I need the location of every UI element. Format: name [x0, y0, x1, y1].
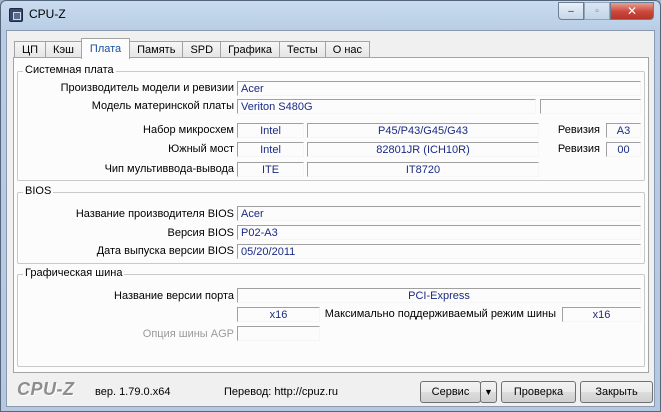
- motherboard-group: Системная плата Производитель модели и р…: [17, 64, 645, 181]
- tab-mainboard[interactable]: Плата: [80, 38, 131, 59]
- bios-group: BIOS Название производителя BIOS Acer Ве…: [17, 185, 645, 264]
- model-value: Veriton S480G: [237, 99, 536, 114]
- southbridge-revision-label: Ревизия: [557, 143, 600, 155]
- window-title: CPU-Z: [29, 7, 66, 21]
- manufacturer-value: Acer: [237, 81, 641, 96]
- southbridge-value: 82801JR (ICH10R): [307, 142, 539, 157]
- model-extra-value: [540, 99, 641, 114]
- translation-text: Перевод: http://cpuz.ru: [224, 386, 338, 398]
- tools-button[interactable]: Сервис: [420, 381, 481, 403]
- bios-date-value: 05/20/2011: [237, 244, 641, 259]
- version-text: вер. 1.79.0.x64: [95, 386, 171, 398]
- bios-version-label: Версия BIOS: [167, 227, 234, 239]
- minimize-button[interactable]: –: [558, 2, 584, 20]
- gi-link-width-value: x16: [237, 307, 320, 322]
- gi-sideband-value: [237, 326, 320, 341]
- southbridge-revision-value: 00: [606, 142, 641, 157]
- model-label: Модель материнской платы: [91, 100, 234, 112]
- bios-date-label: Дата выпуска версии BIOS: [96, 245, 234, 257]
- chipset-label: Набор микросхем: [143, 124, 234, 136]
- gi-sideband-label: Опция шины AGP: [142, 328, 234, 340]
- lpcio-value: IT8720: [307, 162, 539, 177]
- close-window-button[interactable]: ✕: [610, 2, 654, 20]
- chipset-revision-label: Ревизия: [557, 124, 600, 136]
- cpuz-app-icon[interactable]: [9, 8, 23, 22]
- graphic-interface-group: Графическая шина Название версии порта P…: [17, 267, 645, 367]
- client-area: ЦП Кэш Плата Память SPD Графика Тесты О …: [6, 30, 655, 407]
- tools-dropdown-arrow-icon[interactable]: ▼: [480, 381, 497, 403]
- gi-version-label: Название версии порта: [114, 290, 234, 302]
- manufacturer-label: Производитель модели и ревизии: [60, 82, 234, 94]
- bios-brand-value: Acer: [237, 206, 641, 221]
- chipset-revision-value: A3: [606, 123, 641, 138]
- validate-button[interactable]: Проверка: [501, 381, 576, 403]
- lpcio-vendor-value: ITE: [237, 162, 304, 177]
- lpcio-label: Чип мультиввода-вывода: [104, 163, 234, 175]
- chipset-vendor-value: Intel: [237, 123, 304, 138]
- bios-group-title: BIOS: [23, 185, 54, 197]
- tab-strip: ЦП Кэш Плата Память SPD Графика Тесты О …: [14, 38, 371, 59]
- southbridge-vendor-value: Intel: [237, 142, 304, 157]
- cpuz-logo: CPU-Z: [17, 379, 75, 399]
- close-button[interactable]: Закрыть: [580, 381, 653, 403]
- cpuz-window: CPU-Z – ▫ ✕ ЦП Кэш Плата Память SPD Граф…: [0, 0, 661, 412]
- graphic-interface-group-title: Графическая шина: [23, 267, 125, 279]
- chipset-value: P45/P43/G45/G43: [307, 123, 539, 138]
- title-bar[interactable]: CPU-Z – ▫ ✕: [1, 1, 660, 29]
- maximize-button[interactable]: ▫: [584, 2, 610, 20]
- gi-max-supported-label: Максимально поддерживаемый режим шины: [324, 308, 556, 320]
- southbridge-label: Южный мост: [168, 143, 234, 155]
- window-controls: – ▫ ✕: [558, 2, 654, 22]
- gi-version-value: PCI-Express: [237, 288, 641, 303]
- bios-version-value: P02-A3: [237, 225, 641, 240]
- mainboard-panel: Системная плата Производитель модели и р…: [13, 57, 649, 373]
- motherboard-group-title: Системная плата: [23, 64, 116, 76]
- bios-brand-label: Название производителя BIOS: [75, 208, 234, 220]
- footer-bar: CPU-Z вер. 1.79.0.x64 Перевод: http://cp…: [7, 377, 654, 405]
- gi-max-supported-value: x16: [562, 307, 641, 322]
